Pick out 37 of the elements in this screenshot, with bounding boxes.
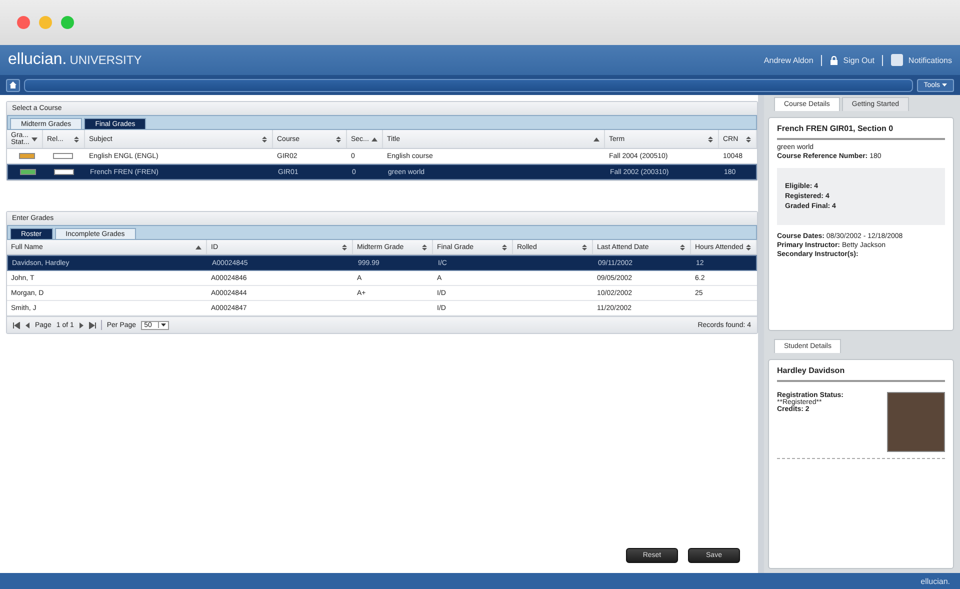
roll-status-icon (54, 169, 74, 175)
caret-icon (942, 82, 947, 86)
sort-ascending-icon[interactable] (371, 136, 378, 142)
sort-icon[interactable] (679, 244, 686, 250)
roll-status-icon (53, 153, 73, 159)
sort-icon[interactable] (73, 136, 80, 142)
footer-logo-text: ellucian. (920, 576, 950, 586)
user-name: Andrew Aldon (764, 56, 814, 64)
notification-icon[interactable] (891, 54, 904, 66)
sign-out-link[interactable]: Sign Out (843, 56, 874, 64)
card-title: French FREN GIR01, Section 0 (777, 124, 945, 140)
notifications-link[interactable]: Notifications (908, 56, 952, 64)
sort-icon[interactable] (335, 136, 342, 142)
home-icon (9, 81, 17, 89)
sort-ascending-icon[interactable] (195, 244, 202, 250)
last-page-icon[interactable] (88, 322, 96, 328)
logo-text: ellucian. (8, 51, 67, 68)
close-icon[interactable] (17, 16, 30, 29)
sort-descending-icon[interactable] (31, 136, 38, 142)
sort-icon[interactable] (707, 136, 714, 142)
sort-icon[interactable] (745, 136, 752, 142)
photo-placeholder (887, 392, 945, 452)
sort-icon[interactable] (501, 244, 508, 250)
caret-icon (160, 323, 166, 327)
sort-icon[interactable] (581, 244, 588, 250)
next-page-icon[interactable] (78, 322, 84, 328)
lock-icon (830, 56, 838, 64)
previous-page-icon[interactable] (25, 322, 30, 328)
sort-icon[interactable] (745, 244, 752, 250)
sort-icon[interactable] (421, 244, 428, 250)
student-name: Hardley Davidson (777, 366, 945, 382)
sort-ascending-icon[interactable] (593, 136, 600, 142)
sort-icon[interactable] (341, 244, 348, 250)
home-button[interactable] (6, 78, 20, 92)
sort-icon[interactable] (261, 136, 268, 142)
first-page-icon[interactable] (13, 322, 20, 328)
logo-subtitle: UNIVERSITY (70, 53, 142, 67)
